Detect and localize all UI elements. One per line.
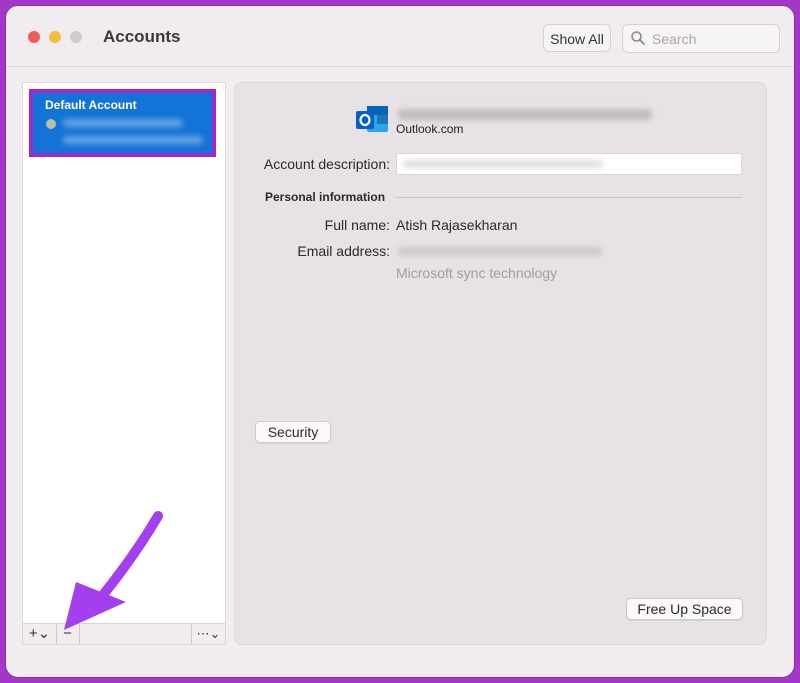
title-bar: Accounts Show All Search (6, 6, 794, 67)
redacted-detail (63, 136, 203, 144)
redacted-description (403, 160, 603, 168)
window-title: Accounts (103, 27, 181, 46)
account-name: Default Account (45, 98, 137, 112)
full-name-value: Atish Rajasekharan (396, 217, 518, 233)
email-address-label: Email address: (297, 243, 390, 259)
redacted-account-email (398, 109, 652, 120)
account-description-field[interactable] (396, 153, 742, 175)
zoom-window-button[interactable] (70, 31, 82, 43)
account-list-item[interactable]: Default Account (29, 89, 216, 157)
redacted-email (63, 119, 183, 127)
show-all-button[interactable]: Show All (543, 24, 611, 52)
search-placeholder: Search (652, 31, 697, 47)
sync-technology-note: Microsoft sync technology (396, 265, 558, 281)
section-divider (395, 197, 742, 198)
account-description-label: Account description: (263, 156, 390, 172)
redacted-email-address (398, 247, 602, 256)
more-actions-button[interactable]: ⋯⌄ (191, 624, 225, 644)
account-provider: Outlook.com (396, 122, 464, 136)
add-account-button[interactable]: +⌄ (23, 624, 57, 644)
minimize-window-button[interactable] (49, 31, 61, 43)
outlook-icon (356, 106, 388, 132)
close-window-button[interactable] (28, 31, 40, 43)
annotation-arrow-icon (64, 511, 163, 630)
search-icon (631, 31, 645, 45)
free-up-space-button[interactable]: Free Up Space (626, 598, 743, 620)
search-input[interactable]: Search (622, 24, 780, 53)
security-button[interactable]: Security (255, 421, 331, 443)
account-status-dot (46, 119, 56, 129)
full-name-label: Full name: (324, 217, 390, 233)
personal-information-heading: Personal information (265, 190, 386, 204)
